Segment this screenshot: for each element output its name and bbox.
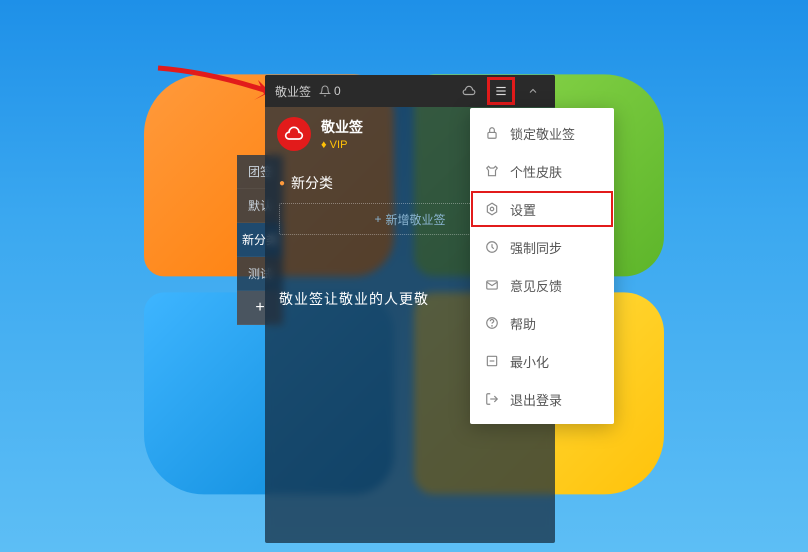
logout-icon: [484, 391, 500, 407]
menu-item-skin[interactable]: 个性皮肤: [470, 152, 614, 190]
menu-label: 设置: [510, 200, 536, 219]
titlebar: 敬业签 0: [265, 75, 555, 107]
category-label: 新分类: [291, 173, 333, 193]
add-note-label: 新增敬业签: [386, 211, 446, 228]
skin-icon: [484, 163, 500, 179]
menu-item-sync[interactable]: 强制同步: [470, 228, 614, 266]
menu-label: 个性皮肤: [510, 162, 562, 181]
plus-icon: +: [374, 212, 381, 226]
menu-item-minimize[interactable]: 最小化: [470, 342, 614, 380]
collapse-button[interactable]: [521, 79, 545, 103]
dropdown-menu: 锁定敬业签 个性皮肤 设置 强制同步 意见反馈 帮助 最小化 退出登录: [470, 108, 614, 424]
menu-item-lock[interactable]: 锁定敬业签: [470, 114, 614, 152]
lock-icon: [484, 125, 500, 141]
menu-label: 最小化: [510, 352, 549, 371]
settings-icon: [484, 201, 500, 217]
menu-label: 意见反馈: [510, 276, 562, 295]
notification-count: 0: [334, 84, 341, 98]
menu-button[interactable]: [489, 79, 513, 103]
cloud-sync-button[interactable]: [457, 79, 481, 103]
app-title: 敬业签: [275, 83, 311, 100]
menu-label: 强制同步: [510, 238, 562, 257]
user-name: 敬业签: [321, 117, 363, 137]
feedback-icon: [484, 277, 500, 293]
menu-item-logout[interactable]: 退出登录: [470, 380, 614, 418]
menu-item-settings[interactable]: 设置: [470, 190, 614, 228]
menu-label: 退出登录: [510, 390, 562, 409]
minimize-icon: [484, 353, 500, 369]
vip-badge: VIP: [321, 139, 363, 151]
menu-label: 锁定敬业签: [510, 124, 575, 143]
avatar[interactable]: [277, 117, 311, 151]
menu-label: 帮助: [510, 314, 536, 333]
bell-icon[interactable]: 0: [319, 84, 341, 98]
menu-item-feedback[interactable]: 意见反馈: [470, 266, 614, 304]
menu-item-help[interactable]: 帮助: [470, 304, 614, 342]
help-icon: [484, 315, 500, 331]
sync-icon: [484, 239, 500, 255]
